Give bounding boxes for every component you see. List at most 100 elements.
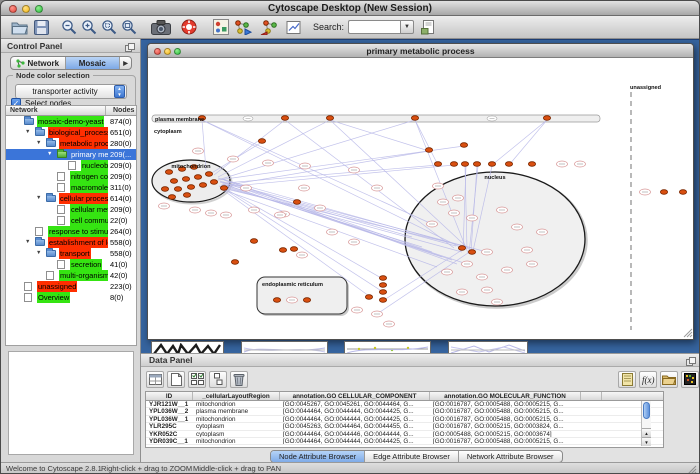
search-input[interactable] bbox=[348, 20, 400, 34]
scrollbar-thumb[interactable] bbox=[643, 402, 650, 419]
column-header[interactable]: ID bbox=[146, 392, 193, 400]
frame-zoom-icon[interactable] bbox=[174, 48, 181, 55]
control-panel: Control Panel Network Mosaic ▶ Node colo… bbox=[1, 39, 141, 462]
expander-icon[interactable]: ▼ bbox=[36, 138, 41, 149]
column-header[interactable]: annotation.GO MOLECULAR_FUNCTION bbox=[430, 392, 581, 400]
column-header[interactable]: annotation.GO CELLULAR_COMPONENT bbox=[280, 392, 430, 400]
expander-icon[interactable]: ▼ bbox=[25, 127, 30, 138]
zoom-fit-icon[interactable] bbox=[119, 17, 139, 38]
select-all-attributes-icon[interactable] bbox=[146, 371, 164, 388]
import-attributes-icon[interactable] bbox=[660, 371, 678, 388]
tree-row[interactable]: Overview8(0) bbox=[6, 292, 136, 303]
tree-row[interactable]: cellular metabol209(0) bbox=[6, 204, 136, 215]
attribute-matrix-icon[interactable] bbox=[681, 371, 699, 388]
float-panel-icon[interactable] bbox=[125, 42, 135, 56]
window-resize-grip[interactable] bbox=[687, 465, 697, 474]
background-window-sliver[interactable] bbox=[151, 341, 224, 353]
network-canvas[interactable]: plasma membranecytoplasmmitochondrionnuc… bbox=[148, 58, 693, 339]
table-row[interactable]: YJR121W__1mitochondrion[GO:0045267, GO:0… bbox=[146, 401, 663, 408]
zoom-selected-icon[interactable] bbox=[99, 17, 119, 38]
document-icon bbox=[57, 260, 65, 269]
tree-row[interactable]: cell communicati22(0) bbox=[6, 215, 136, 226]
expander-icon[interactable]: ▼ bbox=[47, 149, 52, 160]
function-builder-icon[interactable]: f(x) bbox=[639, 371, 657, 388]
table-row[interactable]: YDR039C__1mitochondrion[GO:0044464, GO:0… bbox=[146, 438, 663, 445]
tree-row[interactable]: nitrogen compou209(0) bbox=[6, 171, 136, 182]
search-combobox[interactable]: ▼ bbox=[348, 20, 414, 34]
create-network-view-icon[interactable] bbox=[233, 17, 253, 38]
tree-row[interactable]: unassigned223(0) bbox=[6, 281, 136, 292]
frame-minimize-icon[interactable] bbox=[164, 48, 171, 55]
vizmapper-icon[interactable] bbox=[211, 17, 231, 38]
control-panel-title-text: Control Panel bbox=[7, 41, 62, 51]
delete-attribute-icon[interactable] bbox=[230, 371, 248, 388]
zoom-in-icon[interactable] bbox=[79, 17, 99, 38]
tree-row-label: establishment of lo bbox=[48, 237, 108, 248]
tree-row-label: multi-organism pro bbox=[59, 270, 108, 281]
create-attribute-icon[interactable] bbox=[167, 371, 185, 388]
table-row[interactable]: YLR295Ccytoplasm[GO:0045263, GO:0044464,… bbox=[146, 423, 663, 430]
column-header[interactable]: _cellularLayoutRegion bbox=[193, 392, 280, 400]
tree-row-label: biological_process bbox=[48, 127, 108, 138]
annotation-pad-icon[interactable] bbox=[618, 371, 636, 388]
tree-row[interactable]: ▼primary metabol209(... bbox=[6, 149, 136, 160]
tree-row[interactable]: ▼metabolic process280(0) bbox=[6, 138, 136, 149]
background-window-sliver[interactable] bbox=[241, 341, 328, 353]
expander-icon[interactable]: ▼ bbox=[25, 237, 30, 248]
search-dropdown-icon[interactable]: ▼ bbox=[400, 20, 414, 34]
background-window-sliver[interactable] bbox=[344, 341, 431, 353]
tab-edge-attribute-browser[interactable]: Edge Attribute Browser bbox=[365, 451, 459, 462]
network-view-window[interactable]: primary metabolic process plasma membran… bbox=[147, 43, 694, 340]
tab-network[interactable]: Network bbox=[11, 57, 66, 69]
tree-row[interactable]: ▼transport558(0) bbox=[6, 248, 136, 259]
table-scrollbar[interactable]: ▲ ▼ bbox=[641, 401, 651, 446]
zoom-out-icon[interactable] bbox=[59, 17, 79, 38]
tree-row[interactable]: mosaic-demo-yeast874(0) bbox=[6, 116, 136, 127]
document-icon bbox=[35, 227, 43, 236]
network-view-titlebar[interactable]: primary metabolic process bbox=[148, 44, 693, 58]
table-cell: [GO:0045263, GO:0044464, GO:0044455, G..… bbox=[280, 423, 430, 429]
open-file-icon[interactable] bbox=[9, 17, 29, 38]
save-session-icon[interactable] bbox=[31, 17, 51, 38]
destroy-network-view-icon[interactable] bbox=[259, 17, 279, 38]
tree-row[interactable]: response to stimulu264(0) bbox=[6, 226, 136, 237]
tree-row[interactable]: secretion41(0) bbox=[6, 259, 136, 270]
table-row[interactable]: YKR052Ccytoplasm[GO:0044464, GO:0044446,… bbox=[146, 431, 663, 438]
expander-icon[interactable]: ▼ bbox=[36, 248, 41, 259]
annotation-icon[interactable] bbox=[283, 17, 303, 38]
tree-row[interactable]: ▼cellular process614(0) bbox=[6, 193, 136, 204]
table-cell: mitochondrion bbox=[193, 401, 280, 407]
tab-network-attribute-browser[interactable]: Network Attribute Browser bbox=[459, 451, 562, 462]
tab-mosaic[interactable]: Mosaic bbox=[66, 57, 121, 69]
tree-row[interactable]: multi-organism pro42(0) bbox=[6, 270, 136, 281]
background-window-sliver[interactable] bbox=[448, 341, 528, 353]
scroll-up-icon[interactable]: ▲ bbox=[642, 428, 651, 437]
tree-row-count: 209(0) bbox=[110, 204, 132, 215]
tree-header-network[interactable]: Network bbox=[6, 106, 106, 115]
network-tree-header: Network Nodes bbox=[6, 106, 136, 116]
scroll-down-icon[interactable]: ▼ bbox=[642, 437, 651, 446]
birds-eye-view[interactable] bbox=[8, 351, 134, 455]
table-row[interactable]: YPL036W__2plasma membrane[GO:0044464, GO… bbox=[146, 408, 663, 415]
camera-snapshot-icon[interactable] bbox=[151, 17, 171, 38]
tree-row[interactable]: nucleobase-con209(0) bbox=[6, 160, 136, 171]
select-attributes-icon[interactable] bbox=[188, 371, 206, 388]
expander-icon[interactable]: ▼ bbox=[36, 193, 41, 204]
tree-row[interactable]: ▼ biological_process651(0) bbox=[6, 127, 136, 138]
tree-row[interactable]: ▼establishment of lo558(0) bbox=[6, 237, 136, 248]
tab-node-attribute-browser[interactable]: Node Attribute Browser bbox=[271, 451, 365, 462]
tree-row[interactable]: macromolecule311(0) bbox=[6, 182, 136, 193]
svg-text:unassigned: unassigned bbox=[630, 85, 662, 91]
window-titlebar[interactable]: Cytoscape Desktop (New Session) bbox=[1, 1, 699, 16]
tabs-overflow-icon[interactable]: ▶ bbox=[120, 57, 131, 69]
frame-close-icon[interactable] bbox=[154, 48, 161, 55]
dropdown-stepper-icon: ▲▼ bbox=[114, 85, 125, 98]
search-options-icon[interactable] bbox=[418, 17, 438, 38]
tree-row-count: 651(0) bbox=[110, 127, 132, 138]
unselect-attributes-icon[interactable] bbox=[209, 371, 227, 388]
node-color-dropdown[interactable]: transporter activity ▲▼ bbox=[15, 84, 127, 99]
help-lifebuoy-icon[interactable] bbox=[179, 17, 199, 38]
node-color-dropdown-value: transporter activity bbox=[16, 87, 114, 96]
tree-header-nodes[interactable]: Nodes bbox=[106, 106, 136, 115]
table-row[interactable]: YPL036W__1mitochondrion[GO:0044464, GO:0… bbox=[146, 416, 663, 423]
